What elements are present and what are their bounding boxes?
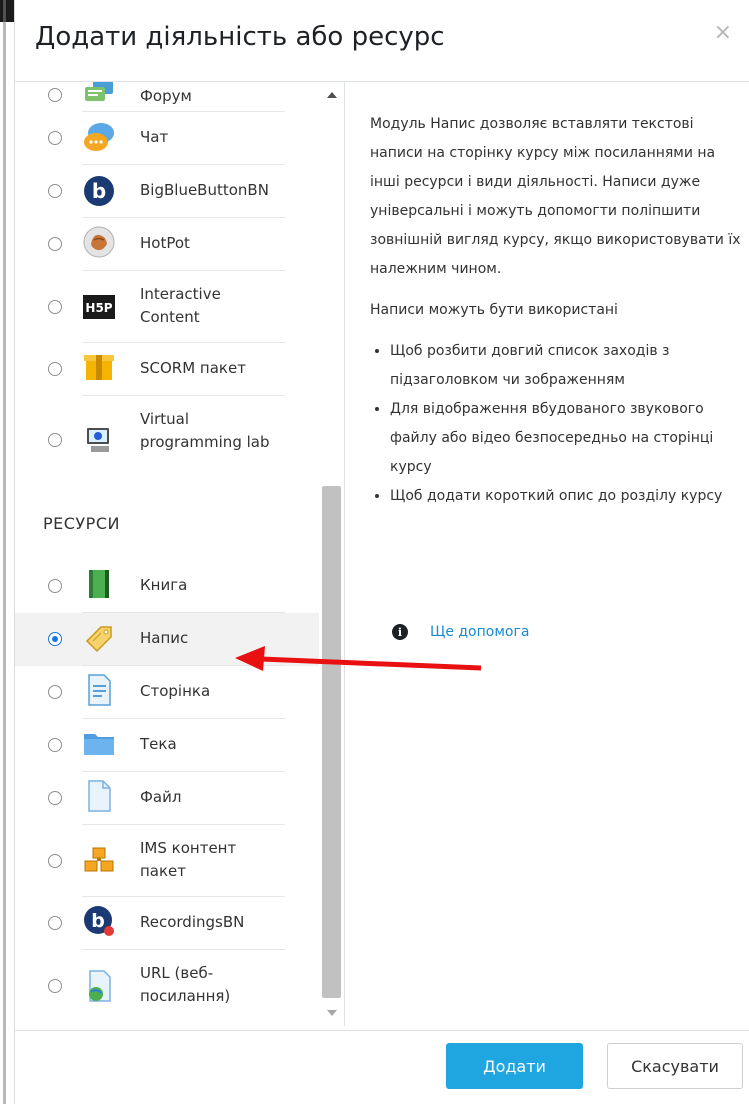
svg-text:b: b bbox=[92, 179, 106, 203]
module-list-pane[interactable]: Форум Чат b BigBlueButtonBN HotPot H5P I… bbox=[15, 82, 345, 1026]
list-item-scorm[interactable]: SCORM пакет bbox=[15, 343, 319, 396]
dialog-title: Додати діяльність або ресурс bbox=[35, 22, 445, 52]
list-item-folder[interactable]: Тека bbox=[15, 719, 319, 772]
list-item-interactive-content[interactable]: H5P Interactive Content bbox=[15, 271, 319, 343]
list-item-label: IMS контент пакет bbox=[140, 839, 237, 880]
list-item-vpl[interactable]: Virtual programming lab bbox=[15, 396, 319, 490]
list-item-ims-package[interactable]: IMS контент пакет bbox=[15, 825, 319, 897]
chat-icon bbox=[81, 120, 117, 156]
radio-folder[interactable] bbox=[48, 738, 62, 752]
scrollbar-thumb[interactable] bbox=[322, 486, 341, 998]
radio-recordings[interactable] bbox=[48, 916, 62, 930]
module-list: Форум Чат b BigBlueButtonBN HotPot H5P I… bbox=[15, 82, 319, 1022]
list-item-label: Virtual programming lab bbox=[140, 410, 270, 451]
background-page-edge bbox=[0, 0, 14, 1104]
close-icon[interactable]: × bbox=[714, 20, 732, 45]
description-intro: Модуль Напис дозволяє вставляти текстові… bbox=[370, 116, 741, 277]
radio-chat[interactable] bbox=[48, 131, 62, 145]
radio-vpl[interactable] bbox=[48, 433, 62, 447]
vpl-icon bbox=[81, 422, 117, 458]
radio-scorm[interactable] bbox=[48, 362, 62, 376]
folder-icon bbox=[81, 725, 117, 761]
list-item-url[interactable]: URL (веб-посилання) bbox=[15, 950, 319, 1022]
list-item-recordings[interactable]: b RecordingsBN bbox=[15, 897, 319, 950]
annotation-arrow-icon bbox=[235, 646, 482, 671]
hotpot-icon bbox=[81, 224, 117, 260]
list-scrollbar[interactable] bbox=[319, 82, 343, 1026]
cancel-button[interactable]: Скасувати bbox=[607, 1043, 743, 1089]
forum-icon bbox=[81, 82, 117, 114]
svg-text:H5P: H5P bbox=[85, 301, 112, 315]
svg-text:b: b bbox=[91, 910, 105, 932]
scroll-down-arrow-icon[interactable] bbox=[327, 1010, 337, 1016]
list-item-label: Форум bbox=[140, 87, 192, 105]
add-button[interactable]: Додати bbox=[446, 1043, 583, 1089]
list-item-file[interactable]: Файл bbox=[15, 772, 319, 825]
radio-hotpot[interactable] bbox=[48, 237, 62, 251]
section-heading-resources: РЕСУРСИ bbox=[43, 514, 120, 533]
list-item: Щоб додати короткий опис до розділу курс… bbox=[390, 482, 745, 511]
list-item-label: Interactive Content bbox=[140, 285, 221, 326]
list-item-label: HotPot bbox=[140, 234, 190, 252]
page-icon bbox=[81, 672, 117, 708]
radio-url[interactable] bbox=[48, 979, 62, 993]
list-item: Щоб розбити довгий список заходів з підз… bbox=[390, 337, 745, 395]
radio-bigbluebutton[interactable] bbox=[48, 184, 62, 198]
background-page-border bbox=[3, 0, 6, 1104]
url-icon bbox=[81, 968, 117, 1004]
list-item-label: SCORM пакет bbox=[140, 359, 246, 377]
ims-package-icon bbox=[81, 843, 117, 879]
list-item-label: Тека bbox=[140, 735, 177, 753]
h5p-icon: H5P bbox=[81, 289, 117, 325]
scorm-icon bbox=[81, 349, 117, 385]
list-item: Для відображення вбудованого звукового ф… bbox=[390, 395, 745, 482]
list-item-label: BigBlueButtonBN bbox=[140, 181, 269, 199]
list-item-label: Чат bbox=[140, 128, 169, 146]
radio-interactive-content[interactable] bbox=[48, 300, 62, 314]
list-item-hotpot[interactable]: HotPot bbox=[15, 218, 319, 271]
list-item-label: RecordingsBN bbox=[140, 913, 245, 931]
add-activity-dialog: Додати діяльність або ресурс × Форум Чат… bbox=[14, 0, 749, 1104]
list-item-label: Файл bbox=[140, 788, 182, 806]
bigbluebutton-icon: b bbox=[81, 173, 117, 209]
list-item-chat[interactable]: Чат bbox=[15, 112, 319, 165]
file-icon bbox=[81, 778, 117, 814]
description-uses-list: Щоб розбити довгий список заходів з підз… bbox=[370, 337, 745, 511]
radio-book[interactable] bbox=[48, 579, 62, 593]
book-icon bbox=[81, 566, 117, 602]
list-item-label: Сторінка bbox=[140, 682, 211, 700]
list-item-label: Книга bbox=[140, 576, 188, 594]
radio-label-resource[interactable] bbox=[48, 632, 62, 646]
module-description: Модуль Напис дозволяє вставляти текстові… bbox=[370, 110, 745, 511]
description-uses-heading: Написи можуть бути використані bbox=[370, 302, 618, 318]
radio-page[interactable] bbox=[48, 685, 62, 699]
dialog-footer: Додати Скасувати bbox=[15, 1030, 749, 1104]
dialog-header: Додати діяльність або ресурс × bbox=[15, 0, 749, 82]
list-item-bigbluebutton[interactable]: b BigBlueButtonBN bbox=[15, 165, 319, 218]
radio-ims-package[interactable] bbox=[48, 854, 62, 868]
recordings-icon: b bbox=[81, 903, 117, 939]
radio-file[interactable] bbox=[48, 791, 62, 805]
label-tag-icon bbox=[81, 619, 117, 655]
radio-forum[interactable] bbox=[48, 88, 62, 102]
list-item-forum[interactable]: Форум bbox=[15, 82, 319, 112]
resources-section: РЕСУРСИ bbox=[15, 490, 319, 560]
list-item-book[interactable]: Книга bbox=[15, 560, 319, 613]
scroll-up-arrow-icon[interactable] bbox=[327, 92, 337, 98]
list-item-label: URL (веб-посилання) bbox=[140, 964, 231, 1005]
